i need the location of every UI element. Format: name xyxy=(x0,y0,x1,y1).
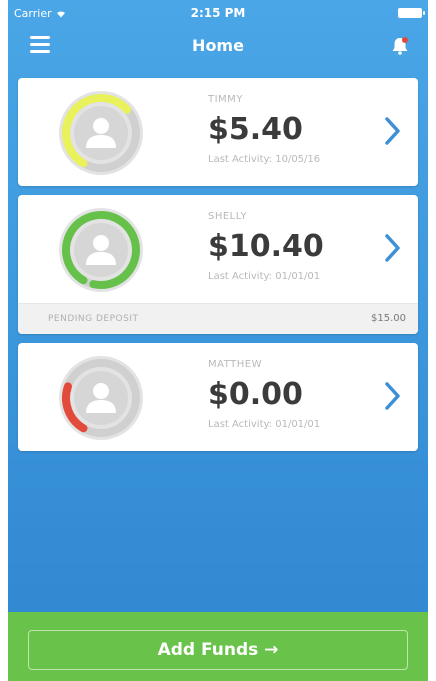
account-card-timmy[interactable]: TIMMY $5.40 Last Activity: 10/05/16 xyxy=(18,78,418,186)
nav-bar: Home xyxy=(8,26,428,70)
notification-bell-icon[interactable] xyxy=(388,34,412,58)
account-card-matthew[interactable]: MATTHEW $0.00 Last Activity: 01/01/01 xyxy=(18,343,418,451)
status-time: 2:15 PM xyxy=(190,6,246,20)
pending-deposit-amount: $15.00 xyxy=(371,313,406,324)
pending-deposit-label: PENDING DEPOSIT xyxy=(48,314,139,324)
account-list: TIMMY $5.40 Last Activity: 10/05/16 SHEL… xyxy=(18,78,418,460)
battery-icon xyxy=(398,8,425,18)
status-bar: Carrier 2:15 PM xyxy=(8,0,428,26)
avatar xyxy=(59,208,143,292)
phone-screen: Carrier 2:15 PM Home TIMMY $5.40 Last Ac… xyxy=(8,0,428,681)
account-balance: $5.40 xyxy=(208,112,303,147)
account-name: MATTHEW xyxy=(208,359,262,370)
chevron-right-icon[interactable] xyxy=(384,381,402,411)
pending-deposit-row: PENDING DEPOSIT $15.00 xyxy=(18,303,418,334)
avatar xyxy=(59,356,143,440)
last-activity: Last Activity: 10/05/16 xyxy=(208,154,321,165)
add-funds-button[interactable]: Add Funds → xyxy=(28,630,408,670)
account-balance: $10.40 xyxy=(208,229,324,264)
page-title: Home xyxy=(192,36,244,55)
footer-bar: Add Funds → xyxy=(8,612,428,681)
chevron-right-icon[interactable] xyxy=(384,233,402,263)
account-name: SHELLY xyxy=(208,211,248,222)
last-activity: Last Activity: 01/01/01 xyxy=(208,271,321,282)
last-activity: Last Activity: 01/01/01 xyxy=(208,419,321,430)
account-name: TIMMY xyxy=(208,94,243,105)
avatar xyxy=(59,91,143,175)
account-card-shelly[interactable]: SHELLY $10.40 Last Activity: 01/01/01 PE… xyxy=(18,195,418,334)
chevron-right-icon[interactable] xyxy=(384,116,402,146)
account-balance: $0.00 xyxy=(208,377,303,412)
